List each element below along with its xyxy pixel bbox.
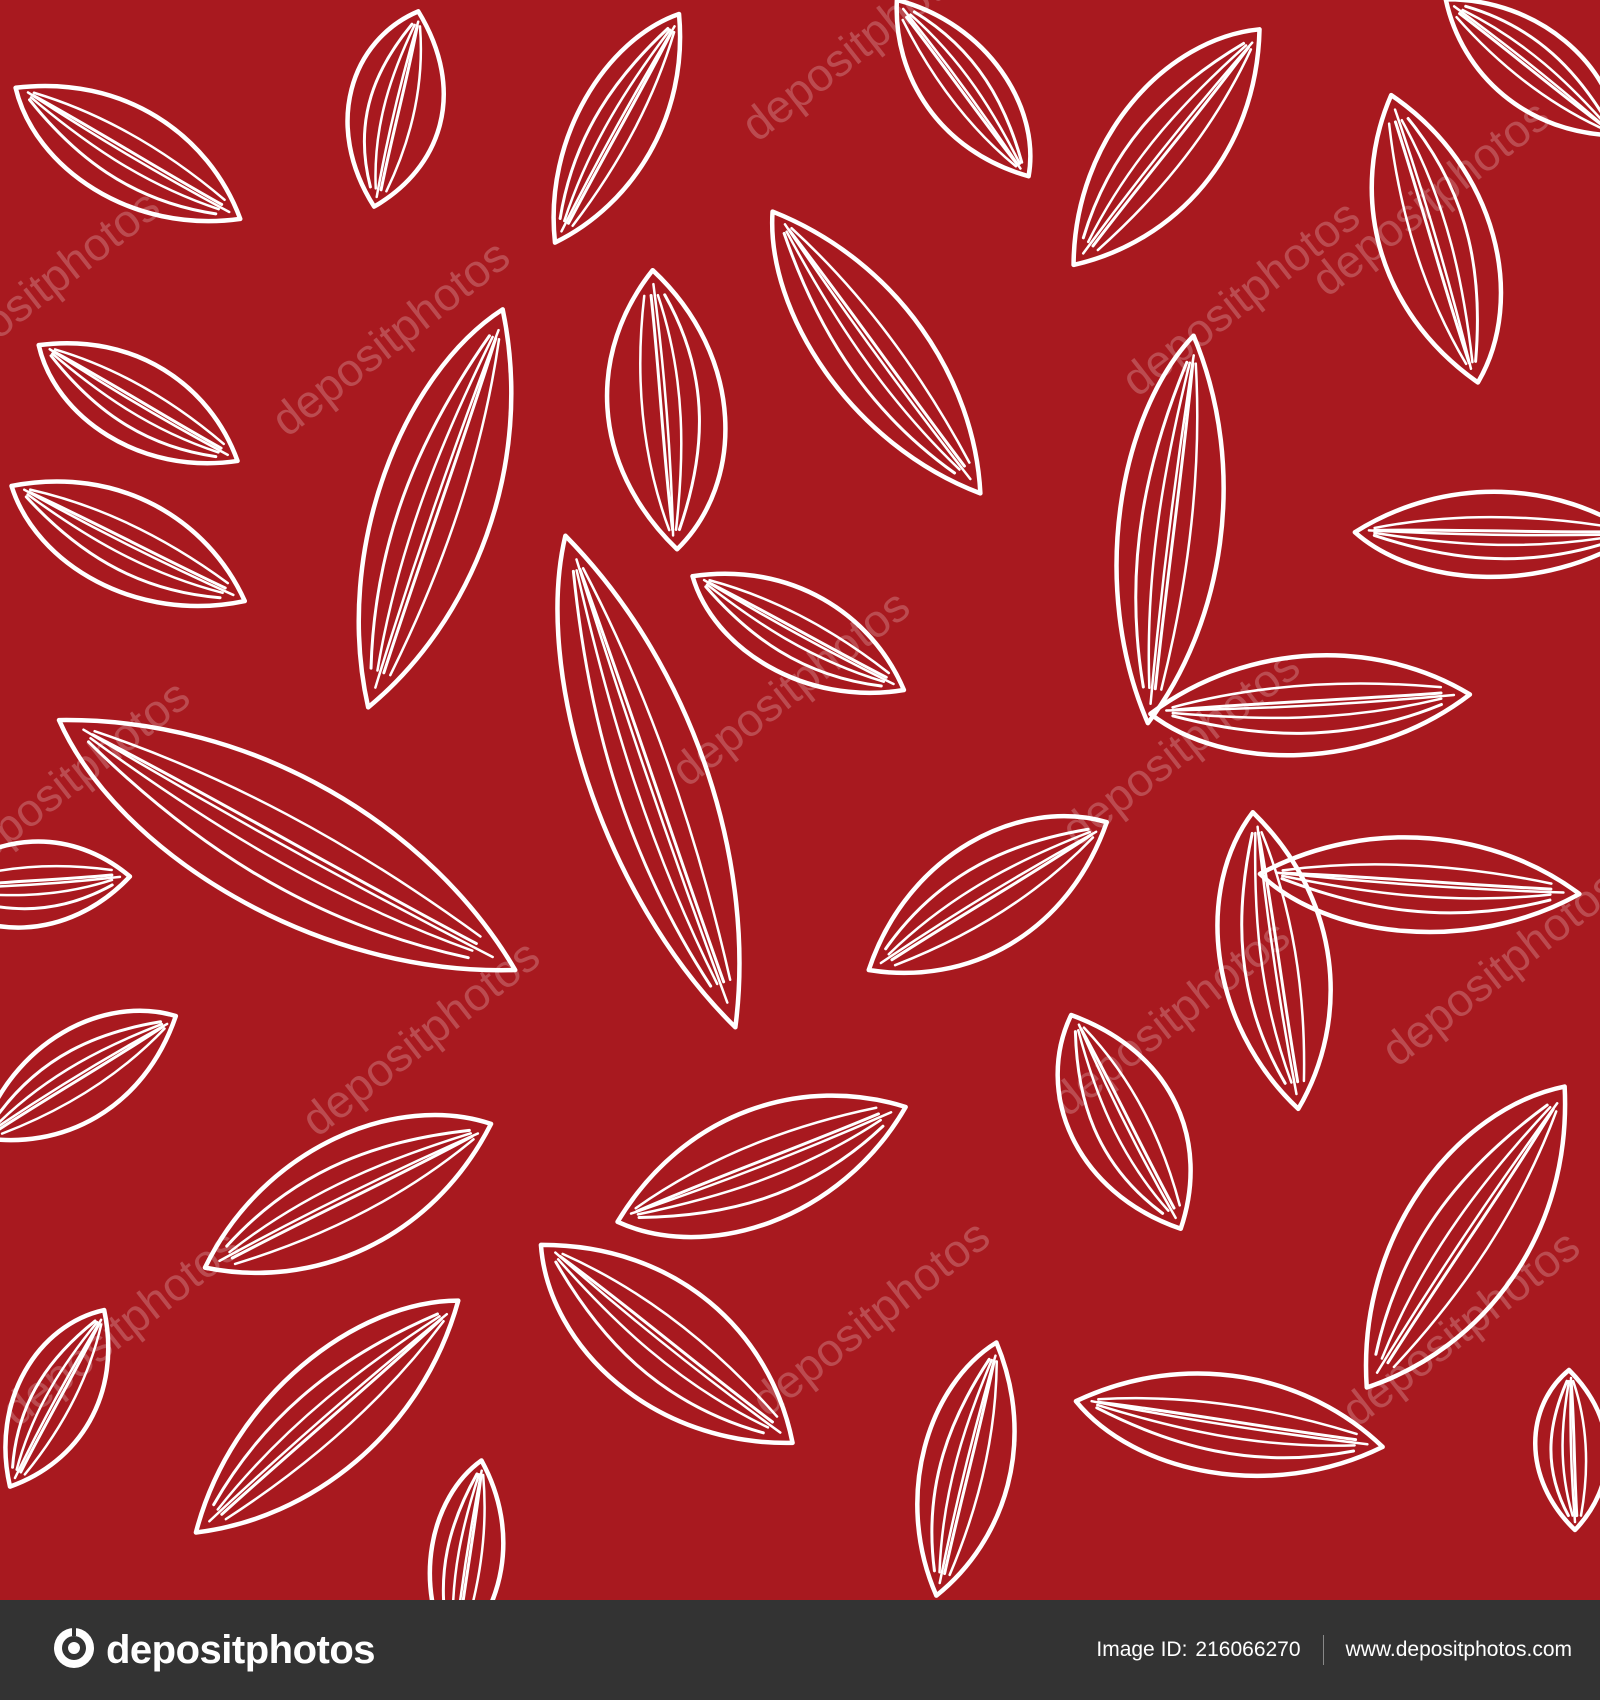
site-url[interactable]: www.depositphotos.com — [1346, 1638, 1572, 1662]
brand-name: depositphotos — [106, 1627, 376, 1672]
brand[interactable]: depositphotos — [52, 1626, 376, 1675]
stock-footer-bar: depositphotos Image ID: 216066270 www.de… — [0, 1600, 1600, 1700]
pattern-artwork: depositphotos depositphotos depositphotos d… — [0, 0, 1600, 1600]
image-id-label: Image ID: — [1096, 1638, 1188, 1661]
image-id-value: 216066270 — [1195, 1638, 1301, 1661]
image-meta: Image ID: 216066270 www.depositphotos.co… — [1096, 1635, 1572, 1665]
camera-lens-icon — [52, 1626, 96, 1675]
footer-divider — [1322, 1635, 1324, 1665]
